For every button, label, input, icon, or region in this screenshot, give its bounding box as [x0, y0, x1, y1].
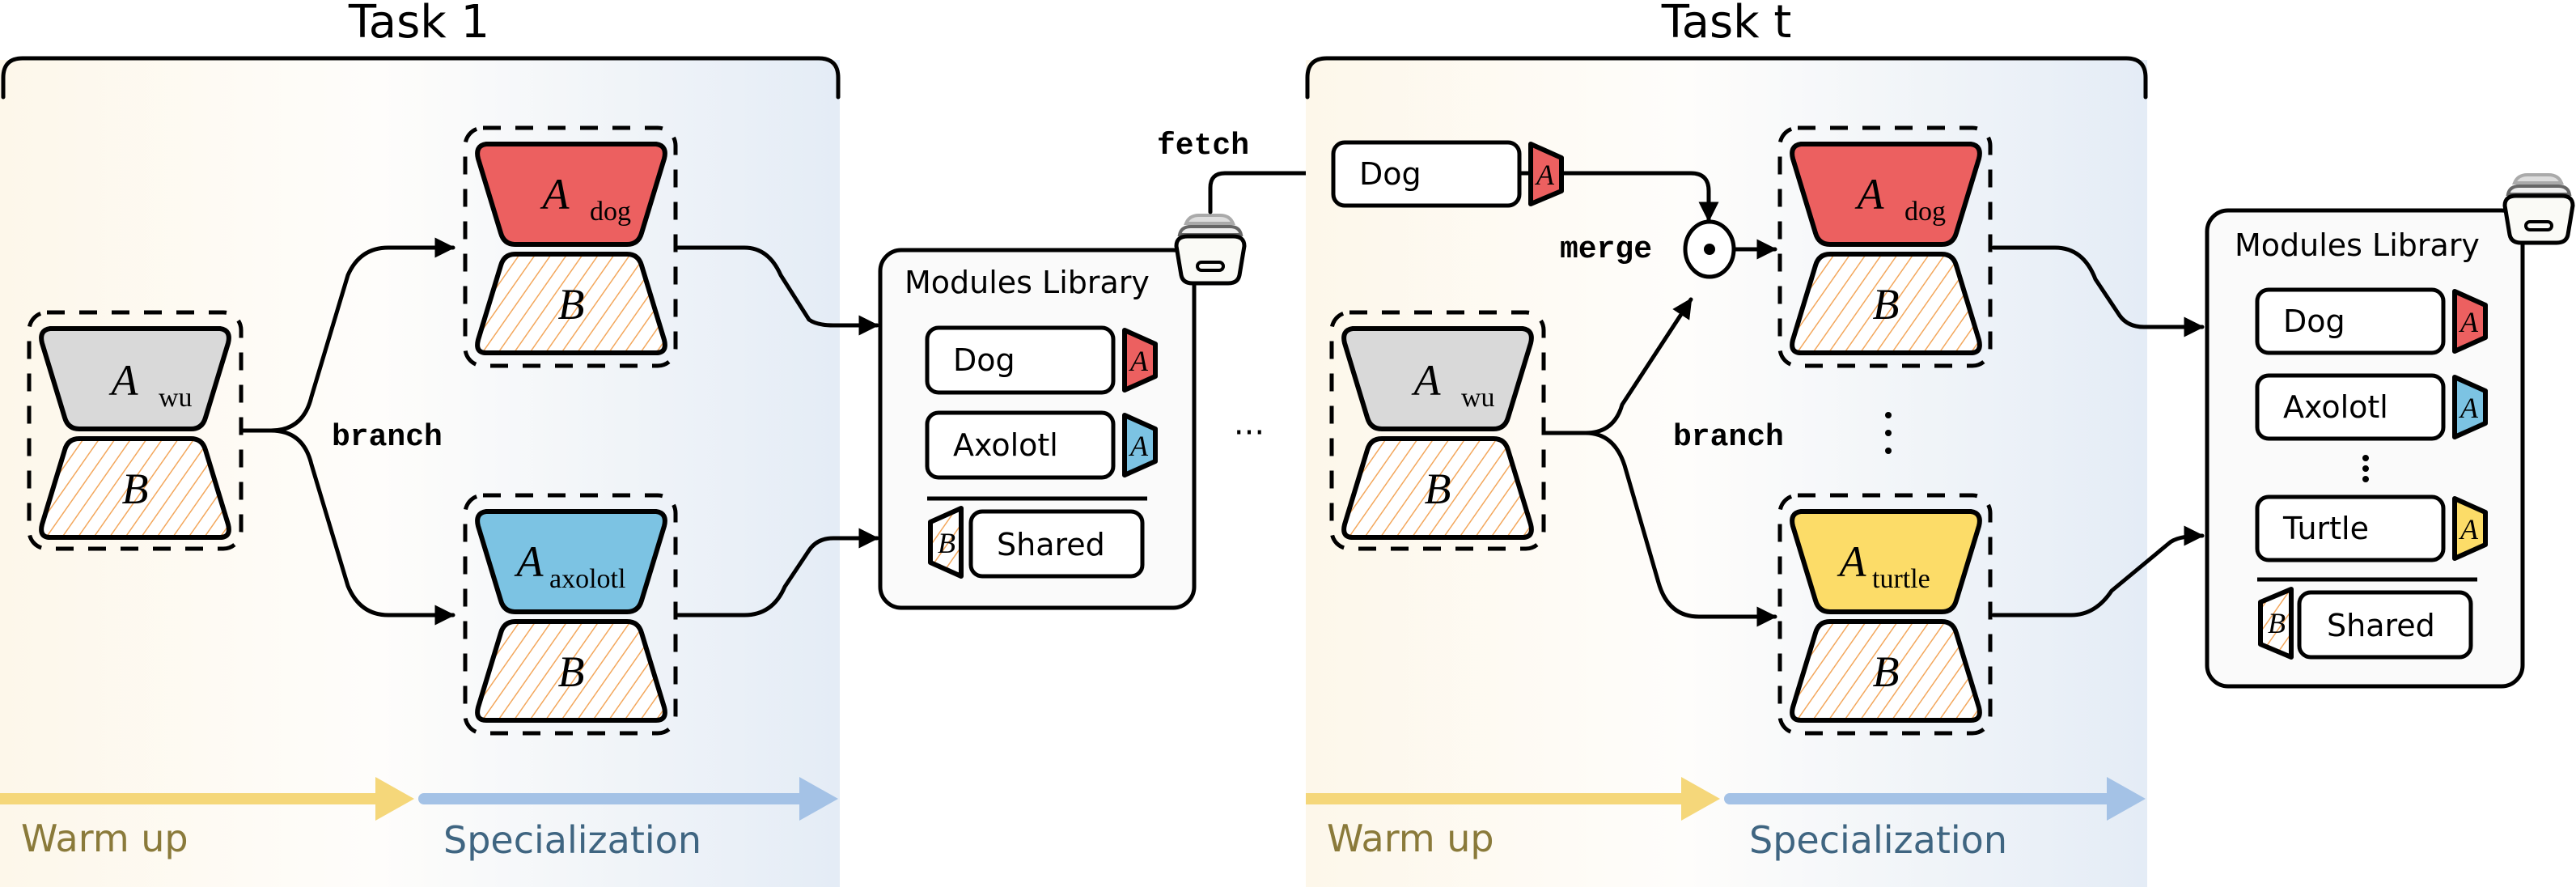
adapter-icon-label: A [2459, 513, 2479, 545]
branch-label-task-t: branch [1673, 420, 1784, 455]
adapter-subscript: axolotl [549, 564, 625, 594]
shared-b-label: B [1873, 647, 1900, 696]
adapter-name: A [515, 537, 544, 586]
adapter-name: A [109, 356, 139, 405]
adapter-name: A [540, 170, 570, 219]
adapter-icon-label: A [1535, 159, 1555, 191]
fetched-label: Dog [1359, 156, 1421, 192]
adapter-subscript: wu [1461, 383, 1495, 413]
adapter-a-axolotl [475, 509, 667, 614]
shared-b-label: B [1873, 280, 1900, 329]
merge-dot [1704, 244, 1715, 255]
drawer-icon [1174, 214, 1247, 286]
library-entry-shared[interactable]: B Shared [928, 506, 1145, 579]
warmup-label: Warm up [1327, 817, 1494, 860]
library-entry-shared[interactable]: B Shared [2258, 587, 2473, 660]
modules-library-1: Modules Library Dog A Axolotl A B Shared [878, 214, 1247, 610]
adapter-icon-label: A [2459, 392, 2479, 424]
adapter-icon-label: A [1129, 430, 1149, 462]
library-1-title: Modules Library [905, 265, 1150, 300]
adapter-name: A [1855, 170, 1885, 219]
branch-label: branch [332, 420, 443, 455]
shared-b-label: B [1425, 465, 1451, 513]
adapter-a-dog [1790, 142, 1982, 247]
task-1-title: Task 1 [348, 0, 489, 49]
specialization-label: Specialization [1749, 818, 2007, 862]
library-entry-label: Shared [2327, 608, 2435, 643]
merge-label: merge [1560, 232, 1652, 267]
adapter-name: A [1412, 356, 1442, 405]
fetch-label: fetch [1157, 129, 1249, 163]
shared-b-icon-label: B [2268, 607, 2286, 639]
library-entry-label: Turtle [2282, 511, 2369, 546]
library-entry-label: Dog [953, 342, 1015, 378]
adapter-subscript: wu [159, 383, 193, 413]
library-entry-label: Axolotl [953, 427, 1058, 463]
library-entry-label: Dog [2283, 303, 2345, 339]
library-entry-label: Shared [997, 527, 1105, 562]
shared-b-label: B [558, 280, 585, 329]
ellipsis: ··· [1234, 414, 1265, 452]
specialization-label: Specialization [443, 818, 701, 862]
task-t-panel: Task t Dog A merge A wu B branch A dog B… [1305, 0, 2205, 887]
task-1-panel: Task 1 A wu B branch A dog B A axolotl B… [0, 0, 879, 887]
continual-learning-diagram: Task 1 A wu B branch A dog B A axolotl B… [0, 0, 2575, 887]
adapter-a-dog [475, 142, 667, 247]
task-t-title: Task t [1661, 0, 1792, 49]
vertical-ellipsis [2362, 455, 2369, 482]
shared-b-icon-label: B [938, 527, 955, 559]
library-entry-label: Axolotl [2283, 389, 2388, 425]
shared-b-label: B [558, 647, 585, 696]
warmup-label: Warm up [21, 817, 189, 860]
adapter-icon-label: A [2459, 306, 2479, 338]
adapter-subscript: dog [1904, 197, 1946, 227]
library-2-title: Modules Library [2235, 227, 2480, 263]
drawer-icon [2502, 173, 2575, 245]
adapter-subscript: dog [590, 197, 631, 227]
modules-library-2: Modules Library Dog A Axolotl A Turtle A [2205, 173, 2575, 689]
adapter-name: A [1837, 537, 1867, 586]
adapter-subscript: turtle [1872, 564, 1930, 594]
shared-b-label: B [122, 465, 149, 513]
adapter-a-turtle [1790, 509, 1982, 614]
adapter-icon-label: A [1129, 345, 1149, 377]
